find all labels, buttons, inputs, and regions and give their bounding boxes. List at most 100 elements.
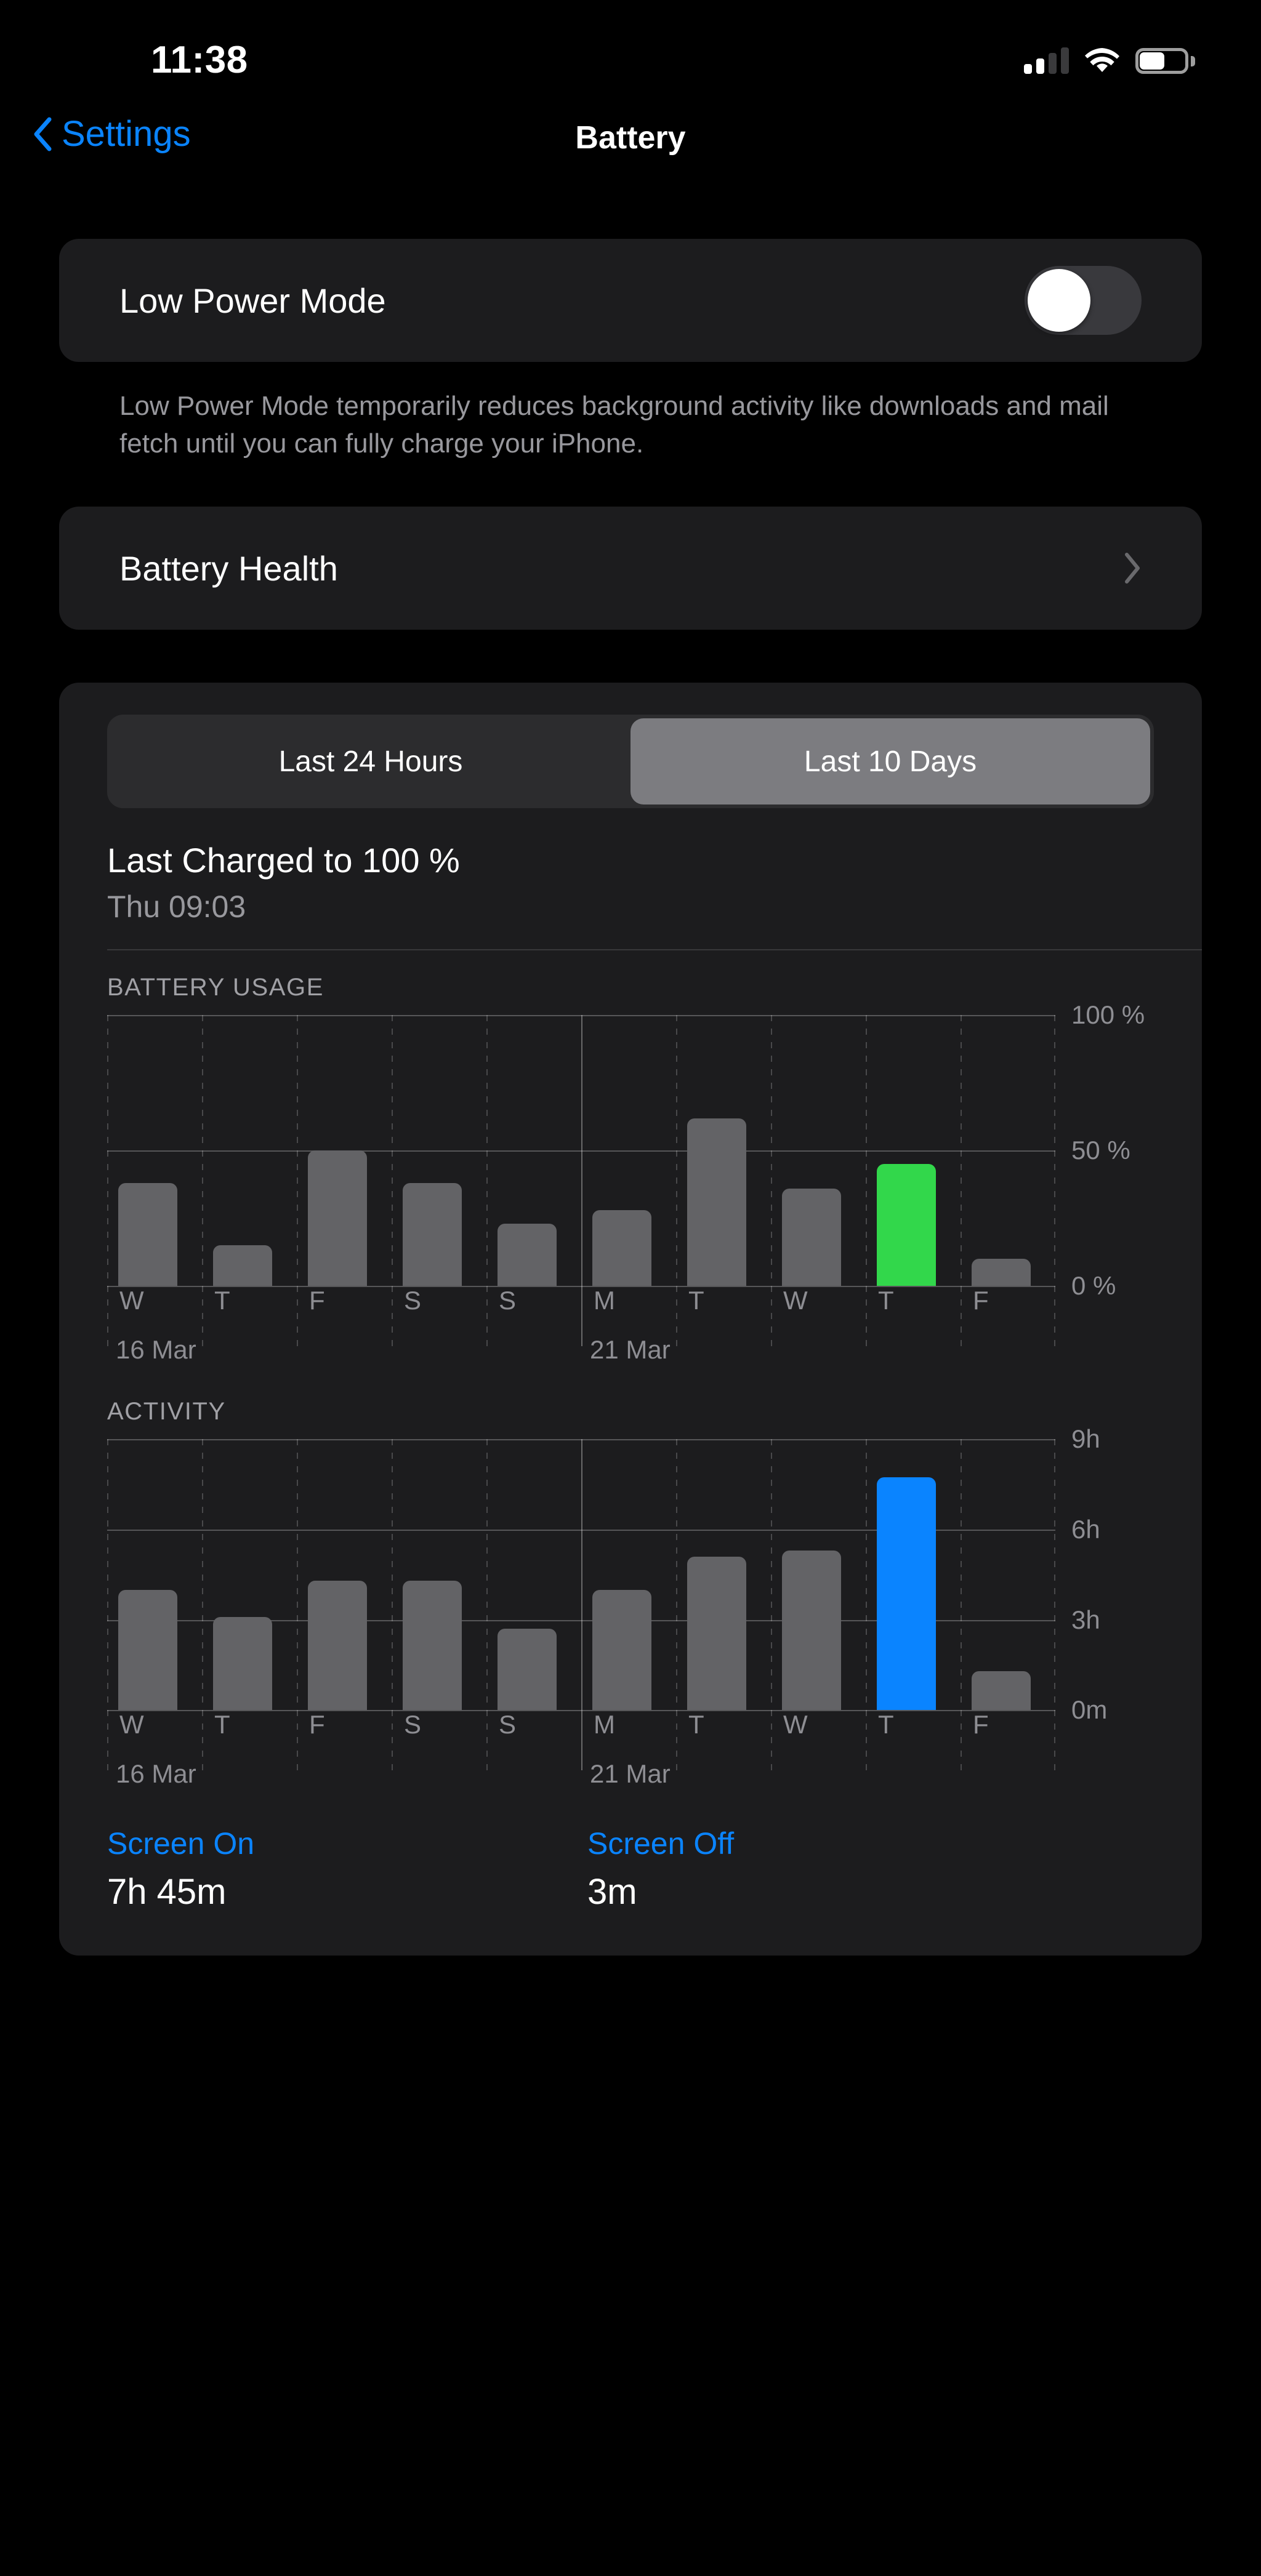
x-axis-tick-label: F xyxy=(973,1286,989,1315)
x-axis-tick-label: W xyxy=(119,1286,144,1315)
battery-usage-heading: BATTERY USAGE xyxy=(107,974,324,1001)
battery-health-row[interactable]: Battery Health xyxy=(59,507,1202,630)
screen-off-block: Screen Off 3m xyxy=(587,1826,1068,1912)
chart-bar-slot xyxy=(297,1439,392,1711)
last-charged-subtitle: Thu 09:03 xyxy=(107,889,246,925)
cellular-signal-icon xyxy=(1024,47,1069,74)
chevron-right-icon xyxy=(1123,552,1142,584)
chart-bar xyxy=(308,1150,367,1286)
chart-bar-slot xyxy=(676,1015,771,1286)
chart-bar xyxy=(782,1551,841,1711)
x-axis-tick-label: T xyxy=(878,1710,894,1739)
chart-bar-slot xyxy=(297,1015,392,1286)
chart-bar-slot xyxy=(771,1015,866,1286)
chart-bar xyxy=(592,1210,651,1286)
battery-health-label: Battery Health xyxy=(119,548,338,588)
activity-y-axis: 0m 3h 6h 9h xyxy=(1071,1424,1225,1724)
chart-bar xyxy=(592,1589,651,1711)
battery-icon xyxy=(1135,48,1195,74)
y-axis-tick-label: 3h xyxy=(1071,1605,1100,1634)
y-axis-tick-label: 0m xyxy=(1071,1695,1108,1725)
x-axis-tick-label: S xyxy=(499,1710,517,1739)
activity-x-axis: WTFSSMTWTF xyxy=(107,1710,1055,1751)
chart-bar-slot xyxy=(202,1439,297,1711)
chart-bar-slot xyxy=(202,1015,297,1286)
date-marker-label: 21 Mar xyxy=(590,1759,671,1789)
y-axis-tick-label: 9h xyxy=(1071,1424,1100,1454)
chart-bar-slot xyxy=(392,1015,486,1286)
segment-last-24-hours[interactable]: Last 24 Hours xyxy=(111,718,630,804)
x-axis-tick-label: S xyxy=(404,1710,422,1739)
chart-bar xyxy=(972,1671,1031,1711)
y-axis-tick-label: 6h xyxy=(1071,1515,1100,1544)
time-range-segmented-control[interactable]: Last 24 Hours Last 10 Days xyxy=(107,715,1154,809)
toggle-knob xyxy=(1028,269,1090,332)
battery-usage-bars xyxy=(107,1015,1055,1286)
chart-bar-slot xyxy=(486,1439,581,1711)
chart-bar xyxy=(403,1581,462,1711)
screen-off-label: Screen Off xyxy=(587,1826,735,1861)
chart-bar xyxy=(877,1477,936,1711)
last-charged-block: Last Charged to 100 % Thu 09:03 xyxy=(107,840,1202,925)
x-axis-tick-label: F xyxy=(309,1710,325,1739)
wifi-icon xyxy=(1085,48,1119,74)
page-title: Battery xyxy=(575,120,686,156)
x-axis-tick-label: W xyxy=(783,1286,808,1315)
chart-bar-slot xyxy=(486,1015,581,1286)
low-power-mode-card: Low Power Mode xyxy=(59,239,1202,362)
status-bar: 11:38 xyxy=(0,0,1261,105)
activity-date-labels: 16 Mar 21 Mar xyxy=(107,1751,1055,1799)
chart-bar xyxy=(308,1581,367,1711)
x-axis-tick-label: W xyxy=(119,1710,144,1739)
screen-stats: Screen On 7h 45m Screen Off 3m xyxy=(107,1826,1068,1912)
chart-bar-slot xyxy=(392,1439,486,1711)
chart-bar xyxy=(118,1183,177,1286)
activity-bars xyxy=(107,1439,1055,1711)
chart-bar-slot xyxy=(581,1015,676,1286)
screen-on-block: Screen On 7h 45m xyxy=(107,1826,587,1912)
date-marker-label: 16 Mar xyxy=(116,1759,196,1789)
low-power-mode-toggle[interactable] xyxy=(1025,266,1142,335)
chart-bar xyxy=(687,1118,746,1286)
status-bar-indicators xyxy=(1024,47,1195,74)
chart-bar xyxy=(877,1164,936,1286)
x-axis-tick-label: T xyxy=(688,1710,704,1739)
y-axis-tick-label: 0 % xyxy=(1071,1271,1116,1301)
x-axis-tick-label: S xyxy=(499,1286,517,1315)
date-marker-label: 21 Mar xyxy=(590,1335,671,1365)
low-power-mode-description: Low Power Mode temporarily reduces backg… xyxy=(119,391,1109,459)
date-marker-label: 16 Mar xyxy=(116,1335,196,1365)
x-axis-tick-label: T xyxy=(878,1286,894,1315)
battery-usage-y-axis: 0 % 50 % 100 % xyxy=(1071,1000,1225,1300)
y-axis-tick-label: 100 % xyxy=(1071,1000,1145,1030)
low-power-mode-row[interactable]: Low Power Mode xyxy=(59,239,1202,362)
low-power-mode-label: Low Power Mode xyxy=(119,281,386,320)
chart-bar xyxy=(782,1189,841,1286)
x-axis-tick-label: S xyxy=(404,1286,422,1315)
activity-heading: ACTIVITY xyxy=(107,1398,226,1426)
chart-bar-slot xyxy=(771,1439,866,1711)
x-axis-tick-label: F xyxy=(973,1710,989,1739)
activity-chart: 0m 3h 6h 9h xyxy=(107,1424,1202,1771)
section-divider xyxy=(107,949,1202,951)
x-axis-tick-label: M xyxy=(594,1286,615,1315)
x-axis-tick-label: T xyxy=(214,1710,230,1739)
screen-off-value: 3m xyxy=(587,1872,637,1912)
y-axis-tick-label: 50 % xyxy=(1071,1136,1130,1165)
battery-usage-card: Last 24 Hours Last 10 Days Last Charged … xyxy=(59,683,1202,1956)
chart-bar-slot xyxy=(676,1439,771,1711)
chart-bar xyxy=(118,1589,177,1711)
status-bar-clock: 11:38 xyxy=(151,39,248,81)
navigation-bar: Settings Battery xyxy=(0,105,1261,191)
screen-on-label: Screen On xyxy=(107,1826,255,1861)
chart-bar-slot xyxy=(581,1439,676,1711)
battery-health-card: Battery Health xyxy=(59,507,1202,630)
chart-bar xyxy=(213,1616,272,1711)
chart-bar xyxy=(498,1224,557,1286)
segment-last-10-days[interactable]: Last 10 Days xyxy=(630,718,1150,805)
screen-on-value: 7h 45m xyxy=(107,1872,227,1912)
last-charged-title: Last Charged to 100 % xyxy=(107,841,460,880)
chart-bar-slot xyxy=(961,1015,1055,1286)
chart-bar xyxy=(213,1245,272,1286)
chart-bar xyxy=(972,1259,1031,1286)
